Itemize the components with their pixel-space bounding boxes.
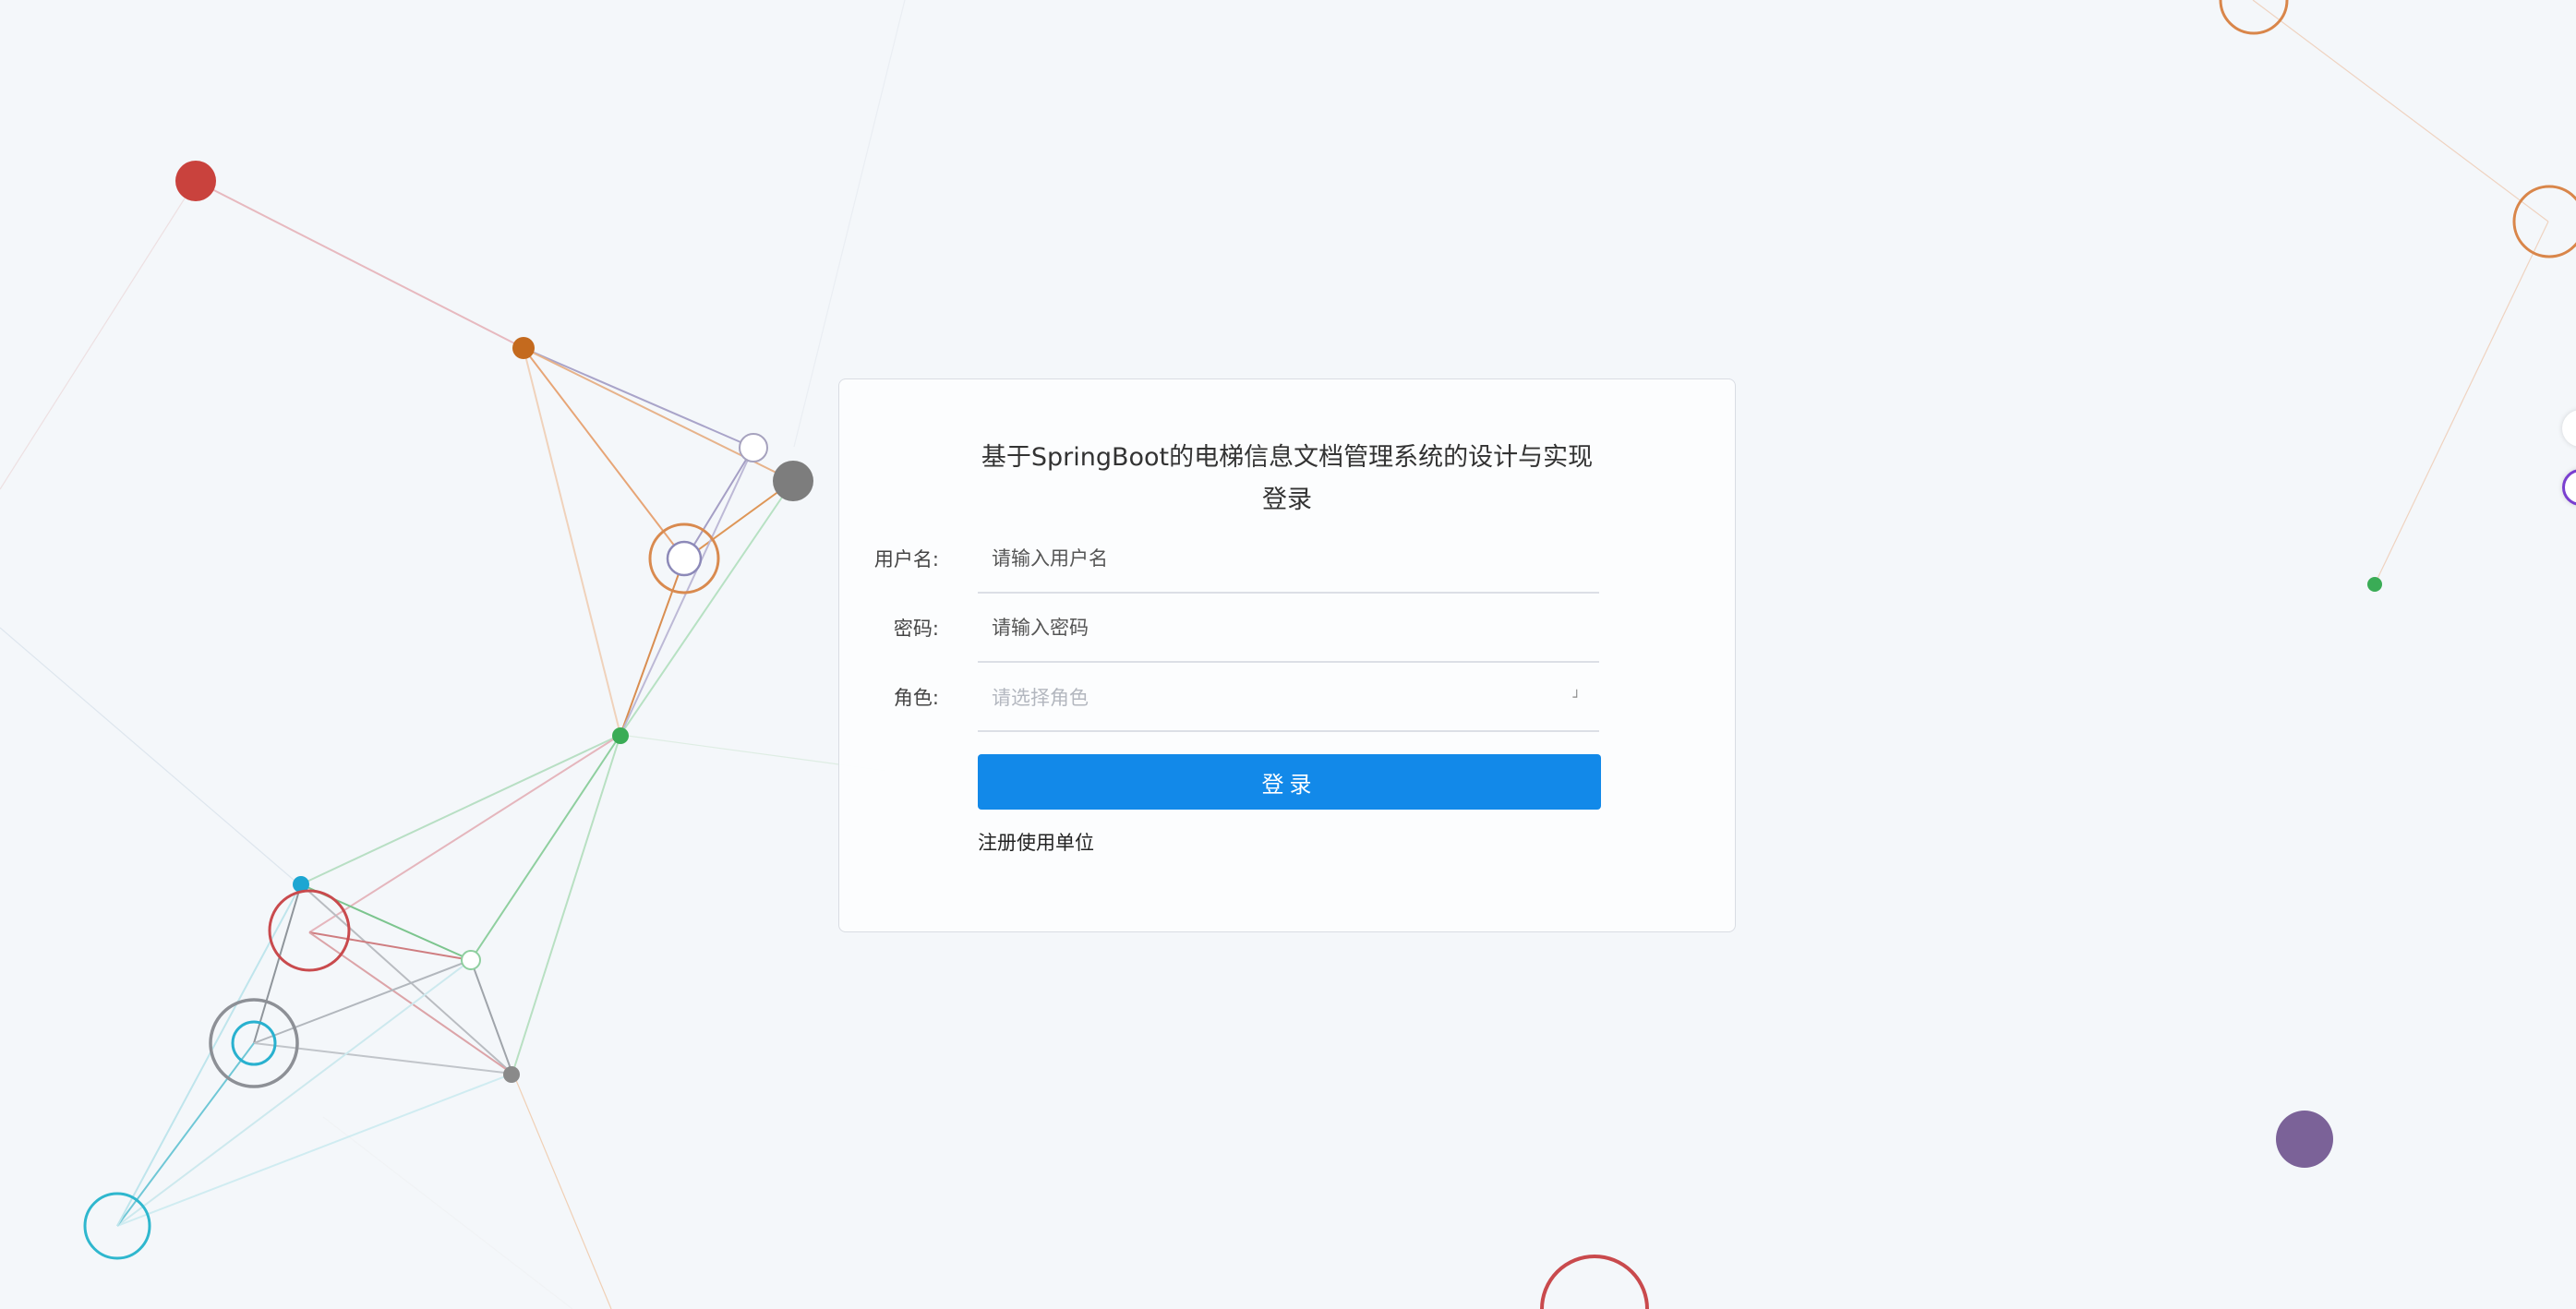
role-label: 角色: (893, 687, 939, 709)
chevron-down-icon: ┘ (1572, 691, 1581, 705)
role-row: 角色: 请选择角色 ┘ (839, 664, 1735, 732)
username-input[interactable] (978, 525, 1599, 594)
login-title: 基于SpringBoot的电梯信息文档管理系统的设计与实现 登录 (839, 437, 1735, 522)
system-title: 基于SpringBoot的电梯信息文档管理系统的设计与实现 (981, 443, 1594, 472)
password-row: 密码: (839, 594, 1735, 663)
login-heading: 登录 (1262, 486, 1312, 514)
role-select[interactable]: 请选择角色 ┘ (978, 664, 1599, 732)
role-placeholder: 请选择角色 (992, 687, 1089, 709)
username-row: 用户名: (839, 525, 1735, 594)
username-label: 用户名: (873, 548, 939, 570)
register-link[interactable]: 注册使用单位 (978, 828, 1094, 856)
password-label: 密码: (893, 618, 939, 640)
login-card: 基于SpringBoot的电梯信息文档管理系统的设计与实现 登录 用户名: 密码… (838, 378, 1736, 932)
login-button[interactable]: 登录 (978, 754, 1601, 810)
password-input[interactable] (978, 594, 1599, 663)
